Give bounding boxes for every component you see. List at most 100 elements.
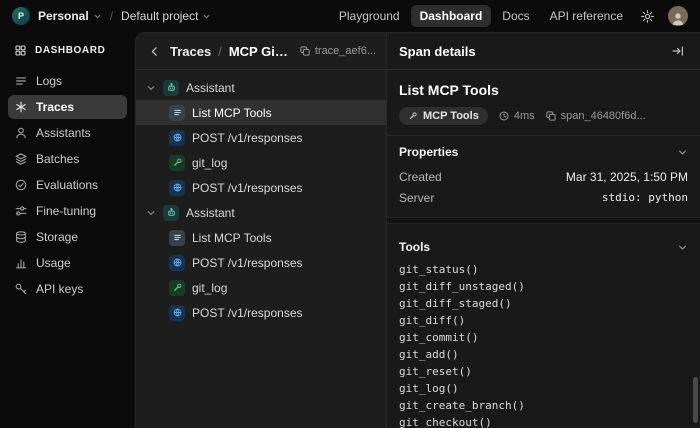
tools-icon: [408, 111, 418, 121]
user-avatar[interactable]: [668, 6, 688, 26]
storage-icon: [14, 230, 28, 244]
function-tool-icon: [169, 155, 185, 171]
tool-item: git_commit(): [399, 329, 688, 346]
assistants-icon: [14, 126, 28, 140]
tool-item: git_diff_staged(): [399, 295, 688, 312]
tree-row-list-mcp-tools[interactable]: List MCP Tools: [136, 225, 386, 250]
org-logo[interactable]: P: [12, 7, 30, 25]
nav-api-reference[interactable]: API reference: [541, 5, 632, 27]
app-screen: P Personal / Default project Playground …: [0, 0, 700, 428]
mcp-tools-icon: [169, 105, 185, 121]
tree-row-post-responses[interactable]: POST /v1/responses: [136, 250, 386, 275]
tree-row-label: POST /v1/responses: [192, 306, 303, 320]
sidebar-item-label: API keys: [36, 282, 83, 296]
breadcrumb-traces-link[interactable]: Traces: [170, 44, 211, 59]
section-separator: [387, 217, 700, 224]
copy-icon: [545, 110, 557, 122]
tree-row-label: POST /v1/responses: [192, 256, 303, 270]
project-picker[interactable]: Default project: [121, 9, 211, 23]
sidebar-item-label: Batches: [36, 152, 79, 166]
tree-row-label: Assistant: [186, 81, 235, 95]
globe-icon: [169, 255, 185, 271]
property-row: Created Mar 31, 2025, 1:50 PM: [399, 166, 688, 187]
app-body: DASHBOARD Logs Traces Assistants Batches…: [0, 32, 700, 428]
tree-row-label: Assistant: [186, 206, 235, 220]
assistant-icon: [163, 205, 179, 221]
nav-docs[interactable]: Docs: [493, 5, 538, 27]
nav-playground[interactable]: Playground: [330, 5, 409, 27]
key-icon: [14, 282, 28, 296]
sidebar-item-label: Fine-tuning: [36, 204, 96, 218]
span-type-label: MCP Tools: [423, 110, 479, 122]
tools-section-header[interactable]: Tools: [399, 240, 688, 254]
chevron-down-icon[interactable]: [146, 208, 156, 218]
chevron-left-icon: [148, 45, 161, 58]
sidebar-item-label: Evaluations: [36, 178, 98, 192]
sidebar-item-evaluations[interactable]: Evaluations: [8, 173, 127, 197]
panel-scrollbar[interactable]: [693, 377, 698, 423]
function-tool-icon: [169, 280, 185, 296]
trace-id-badge[interactable]: trace_aef6...: [299, 45, 376, 57]
sidebar-item-label: Assistants: [36, 126, 91, 140]
back-button[interactable]: [146, 43, 163, 60]
logs-icon: [14, 74, 28, 88]
span-duration: 4ms: [498, 110, 535, 122]
tools-section: Tools git_status() git_diff_unstaged() g…: [399, 231, 688, 428]
sidebar-item-label: Logs: [36, 74, 62, 88]
sidebar-item-usage[interactable]: Usage: [8, 251, 127, 275]
tree-row-post-responses[interactable]: POST /v1/responses: [136, 175, 386, 200]
org-initial: P: [18, 11, 24, 21]
tree-group-assistant[interactable]: Assistant: [136, 200, 386, 225]
settings-button[interactable]: [634, 4, 660, 28]
tree-row-list-mcp-tools[interactable]: List MCP Tools: [136, 100, 386, 125]
section-title: Tools: [399, 240, 430, 254]
span-id-badge[interactable]: span_46480f6d...: [545, 110, 646, 122]
trace-title: MCP Git Example: [229, 44, 292, 59]
collapse-panel-button[interactable]: [668, 39, 688, 63]
tree-row-label: git_log: [192, 281, 227, 295]
sidebar-item-logs[interactable]: Logs: [8, 69, 127, 93]
breadcrumb-separator: /: [110, 9, 113, 23]
sidebar-item-fine-tuning[interactable]: Fine-tuning: [8, 199, 127, 223]
tools-list: git_status() git_diff_unstaged() git_dif…: [399, 261, 688, 428]
tree-row-git-log[interactable]: git_log: [136, 150, 386, 175]
sidebar-header-dashboard[interactable]: DASHBOARD: [8, 42, 127, 67]
tool-item: git_reset(): [399, 363, 688, 380]
globe-icon: [169, 305, 185, 321]
clock-icon: [498, 110, 510, 122]
sidebar-item-api-keys[interactable]: API keys: [8, 277, 127, 301]
sidebar-item-storage[interactable]: Storage: [8, 225, 127, 249]
tree-row-label: List MCP Tools: [192, 231, 272, 245]
property-row: Server stdio: python: [399, 187, 688, 208]
tree-row-post-responses[interactable]: POST /v1/responses: [136, 125, 386, 150]
sidebar-item-assistants[interactable]: Assistants: [8, 121, 127, 145]
sidebar-item-batches[interactable]: Batches: [8, 147, 127, 171]
trace-id-text: trace_aef6...: [315, 45, 376, 57]
org-name: Personal: [38, 9, 89, 23]
span-id-text: span_46480f6d...: [561, 110, 646, 122]
chevron-down-icon[interactable]: [146, 83, 156, 93]
sidebar-item-label: Usage: [36, 256, 71, 270]
span-type-badge[interactable]: MCP Tools: [399, 107, 488, 125]
tool-item: git_diff_unstaged(): [399, 278, 688, 295]
chevron-down-icon: [202, 12, 211, 21]
chevron-down-icon: [677, 242, 688, 253]
tree-row-git-log[interactable]: git_log: [136, 275, 386, 300]
nav-dashboard[interactable]: Dashboard: [411, 5, 492, 27]
sidebar-header-label: DASHBOARD: [35, 45, 105, 56]
person-icon: [670, 10, 686, 26]
tool-item: git_create_branch(): [399, 397, 688, 414]
properties-section: Properties Created Mar 31, 2025, 1:50 PM…: [399, 136, 688, 210]
fine-tuning-icon: [14, 204, 28, 218]
tree-row-post-responses[interactable]: POST /v1/responses: [136, 300, 386, 325]
tool-item: git_diff(): [399, 312, 688, 329]
section-title: Properties: [399, 145, 458, 159]
sidebar-item-traces[interactable]: Traces: [8, 95, 127, 119]
tool-item: git_checkout(): [399, 414, 688, 428]
tree-group-assistant[interactable]: Assistant: [136, 75, 386, 100]
tool-item: git_add(): [399, 346, 688, 363]
properties-section-header[interactable]: Properties: [399, 145, 688, 159]
chevron-down-icon: [677, 147, 688, 158]
span-duration-text: 4ms: [514, 110, 535, 122]
org-picker[interactable]: Personal: [38, 9, 102, 23]
